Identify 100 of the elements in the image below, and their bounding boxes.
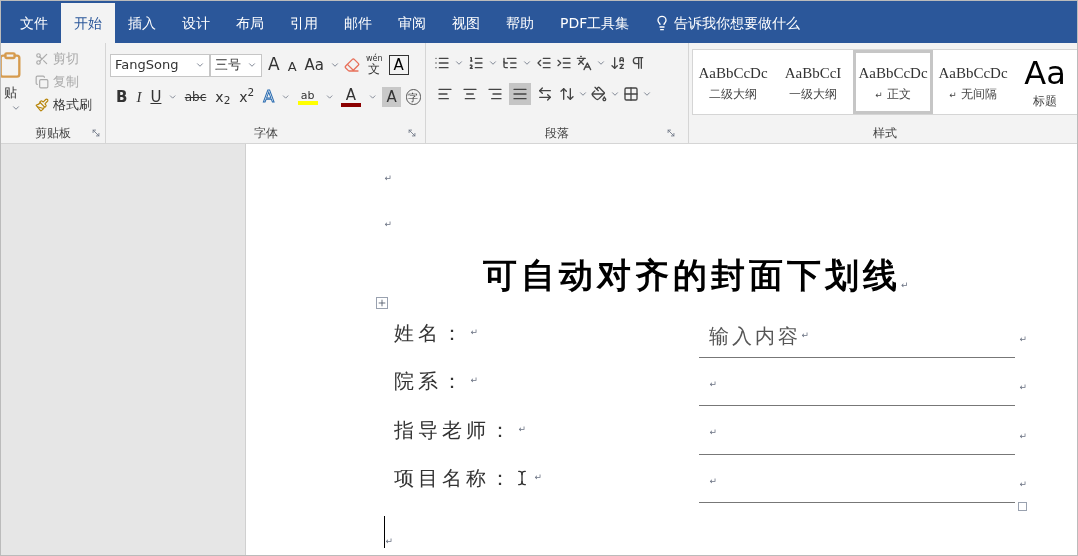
group-label: 样式 (872, 125, 897, 142)
font-color-button[interactable]: A (338, 85, 363, 109)
change-case-button[interactable]: Aa (302, 53, 326, 77)
scissors-icon (35, 52, 49, 66)
chinese-layout-icon[interactable] (576, 55, 592, 71)
eraser-icon[interactable] (344, 57, 360, 73)
ribbon-tab[interactable]: 帮助 (493, 3, 547, 43)
paragraph-mark: ↵ (384, 219, 392, 229)
dropdown-caret-icon[interactable] (454, 58, 464, 68)
align-center-icon (462, 86, 478, 102)
style-item[interactable]: AaBbCcDc 二级大纲 (693, 50, 773, 114)
paragraph-mark: ↵ (385, 534, 393, 548)
field-label: 院系： (394, 368, 467, 395)
bullet-list-icon[interactable] (434, 55, 450, 71)
paint-bucket-icon[interactable] (591, 86, 607, 102)
decrease-indent-icon[interactable] (536, 55, 552, 71)
group-label: 剪贴板 (35, 125, 71, 142)
style-item[interactable]: AaBbCcI 一级大纲 (773, 50, 853, 114)
ribbon-tab[interactable]: 文件 (7, 3, 61, 43)
dropdown-caret-icon[interactable] (642, 89, 652, 99)
paragraph-marks-icon[interactable] (630, 55, 646, 71)
paragraph-mark: ↵ (709, 474, 717, 488)
paste-button[interactable]: 贴 (3, 83, 17, 103)
text-caret (384, 516, 386, 548)
align-right-icon (487, 86, 503, 102)
align-left-icon (437, 86, 453, 102)
character-shading-button[interactable]: A (382, 87, 401, 107)
bold-button[interactable]: B (114, 85, 130, 109)
ribbon-tab[interactable]: 开始 (61, 3, 115, 43)
table-move-handle-icon[interactable] (376, 297, 389, 309)
sort-icon[interactable] (610, 55, 626, 71)
paragraph-mark: ↵ (470, 325, 478, 339)
strikethrough-button[interactable]: abc (182, 85, 209, 109)
paragraph-mark: ↵ (1019, 478, 1027, 491)
group-label: 段落 (545, 125, 569, 142)
dropdown-caret-icon[interactable] (610, 89, 620, 99)
shrink-font-button[interactable]: A (285, 53, 299, 77)
ribbon-tab[interactable]: 布局 (223, 3, 277, 43)
underline-field[interactable]: ↵ (699, 454, 1016, 503)
underline-field[interactable]: ↵ (699, 406, 1016, 455)
ribbon-tab[interactable]: 引用 (277, 3, 331, 43)
numbered-list-icon[interactable] (468, 55, 484, 71)
paragraph-mark: ↵ (1019, 429, 1027, 443)
font-size-dropdown[interactable]: 三号 (210, 53, 262, 77)
group-label: 字体 (253, 125, 278, 142)
script-button[interactable]: x$_{2}$ (213, 85, 233, 109)
dialog-launcher-icon[interactable] (666, 128, 676, 138)
borders-icon[interactable] (623, 86, 639, 102)
paragraph-mark: ↵ (384, 173, 392, 183)
dropdown-caret-icon[interactable] (367, 92, 378, 102)
dropdown-caret-icon[interactable] (330, 60, 340, 70)
dropdown-caret-icon[interactable] (522, 58, 532, 68)
highlight-button[interactable]: ab (295, 85, 320, 109)
phonetic-guide-button[interactable]: wén 文 (364, 53, 385, 77)
style-item[interactable]: AaBbCcDc ↵ 正文 (853, 50, 933, 114)
paragraph-mark: ↵ (534, 471, 542, 485)
ribbon-tab[interactable]: 设计 (169, 3, 223, 43)
ribbon-tab[interactable]: 邮件 (331, 3, 385, 43)
alignment-button[interactable] (509, 83, 531, 105)
paragraph-mark: ↵ (709, 426, 717, 439)
paragraph-mark: ↵ (801, 329, 809, 342)
ribbon-tab[interactable]: 插入 (115, 3, 169, 43)
dropdown-caret-icon[interactable] (488, 58, 498, 68)
paragraph-mark: ↵ (900, 278, 909, 292)
dropdown-caret-icon (247, 60, 257, 70)
dropdown-caret-icon[interactable] (281, 92, 291, 102)
document-title: 可自动对齐的封面下划线 (482, 258, 901, 292)
style-item[interactable]: Aa 标题 (1013, 50, 1077, 114)
style-item[interactable]: AaBbCcDc ↵ 无间隔 (933, 50, 1013, 114)
dialog-launcher-icon[interactable] (407, 128, 417, 138)
paragraph-mark: ↵ (470, 374, 478, 388)
paragraph-mark: ↵ (709, 377, 717, 391)
increase-indent-icon[interactable] (556, 55, 572, 71)
dropdown-caret-icon (195, 60, 205, 70)
script-button[interactable]: x$^{2}$ (237, 85, 257, 109)
distributed-icon (537, 86, 553, 102)
grow-font-button[interactable]: A (266, 53, 282, 77)
dropdown-caret-icon[interactable] (168, 92, 178, 102)
underline-field[interactable]: 输入内容↵ (699, 309, 1016, 358)
dropdown-caret-icon[interactable] (324, 92, 334, 102)
dropdown-caret-icon[interactable] (596, 58, 606, 68)
italic-button[interactable]: I (134, 85, 144, 109)
tell-me-field[interactable]: 告诉我你想要做什么 (674, 12, 801, 34)
dialog-launcher-icon[interactable] (91, 128, 101, 138)
underline-button[interactable]: U (148, 85, 164, 109)
field-label: 项目名称： (394, 465, 515, 492)
character-border-button[interactable]: A (388, 55, 409, 75)
ribbon-tab[interactable]: PDF工具集 (547, 3, 643, 43)
multilevel-list-icon[interactable] (502, 55, 518, 71)
field-label: 指导老师： (394, 416, 515, 444)
ribbon-tab[interactable]: 审阅 (385, 3, 439, 43)
painter-button[interactable]: 格式刷 (35, 95, 92, 115)
dropdown-caret-icon[interactable] (578, 89, 588, 99)
line-spacing-icon[interactable] (559, 86, 575, 102)
table-resize-handle[interactable] (1018, 502, 1028, 511)
paragraph-mark: ↵ (1019, 332, 1027, 346)
justify-icon (512, 86, 528, 102)
underline-field[interactable]: ↵ (699, 357, 1016, 406)
font-name-dropdown[interactable]: FangSong (110, 53, 210, 77)
ribbon-tab[interactable]: 视图 (439, 3, 493, 43)
